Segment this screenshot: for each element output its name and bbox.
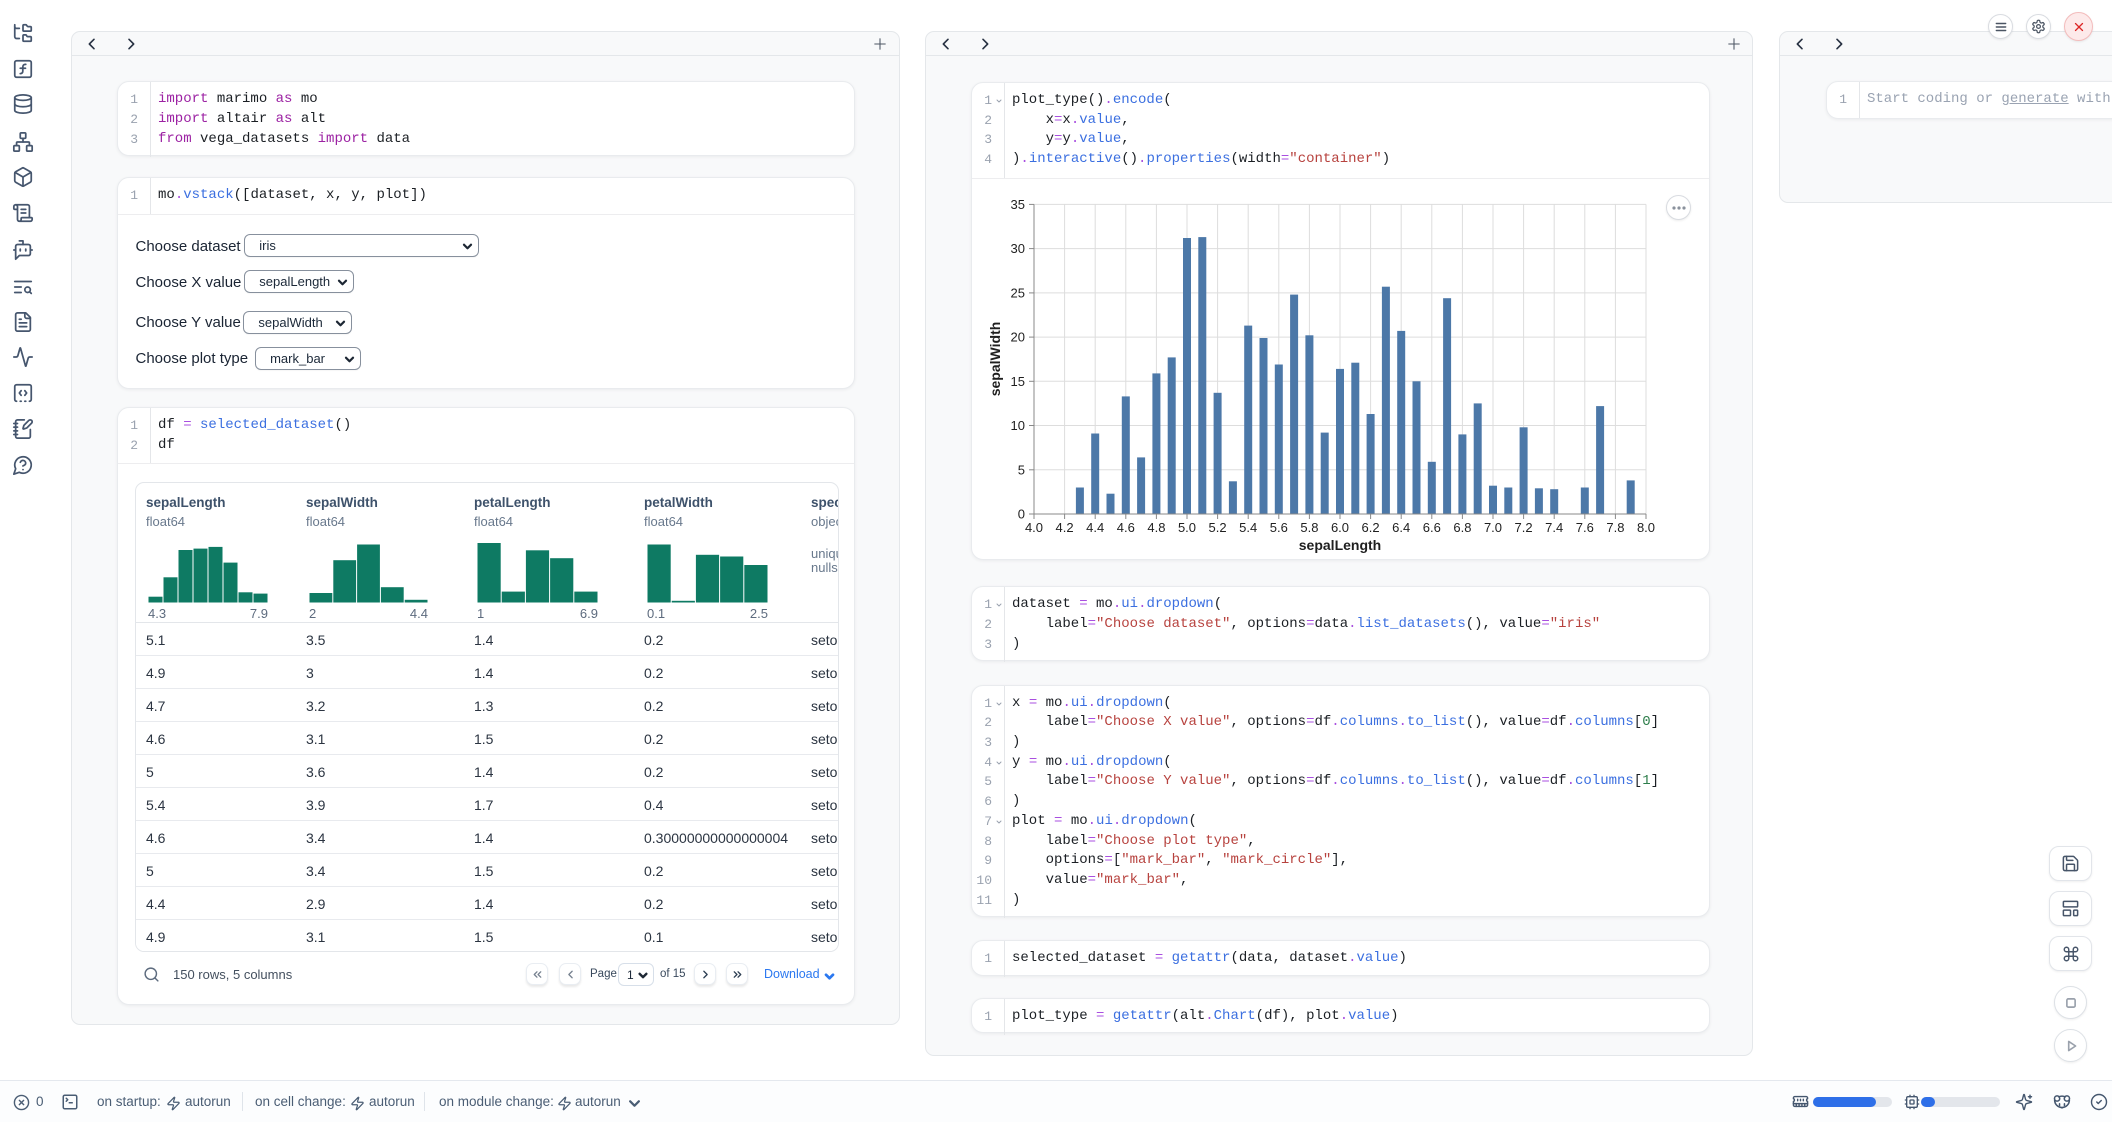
svg-text:6.8: 6.8: [1453, 520, 1471, 535]
svg-text:5.2: 5.2: [1209, 520, 1227, 535]
svg-text:7.0: 7.0: [1484, 520, 1502, 535]
svg-text:sepalLength: sepalLength: [1299, 537, 1381, 553]
svg-text:7.8: 7.8: [1606, 520, 1624, 535]
svg-text:6.6: 6.6: [1423, 520, 1441, 535]
svg-text:4.0: 4.0: [1025, 520, 1043, 535]
svg-text:sepalWidth: sepalWidth: [987, 322, 1003, 397]
svg-text:35: 35: [1011, 197, 1025, 212]
svg-text:5.6: 5.6: [1270, 520, 1288, 535]
svg-text:5.0: 5.0: [1178, 520, 1196, 535]
svg-text:5.8: 5.8: [1300, 520, 1318, 535]
svg-text:7.2: 7.2: [1515, 520, 1533, 535]
svg-text:30: 30: [1011, 241, 1025, 256]
svg-text:0: 0: [1018, 507, 1025, 522]
svg-text:8.0: 8.0: [1637, 520, 1655, 535]
svg-text:4.2: 4.2: [1056, 520, 1074, 535]
svg-text:10: 10: [1011, 418, 1025, 433]
svg-text:15: 15: [1011, 374, 1025, 389]
svg-text:7.4: 7.4: [1545, 520, 1563, 535]
svg-text:7.6: 7.6: [1576, 520, 1594, 535]
svg-text:5: 5: [1018, 462, 1025, 477]
svg-text:4.8: 4.8: [1147, 520, 1165, 535]
svg-text:6.0: 6.0: [1331, 520, 1349, 535]
svg-text:5.4: 5.4: [1239, 520, 1257, 535]
svg-text:25: 25: [1011, 285, 1025, 300]
svg-text:4.4: 4.4: [1086, 520, 1104, 535]
svg-text:4.6: 4.6: [1117, 520, 1135, 535]
svg-text:6.4: 6.4: [1392, 520, 1410, 535]
svg-text:6.2: 6.2: [1362, 520, 1380, 535]
svg-text:20: 20: [1011, 330, 1025, 345]
